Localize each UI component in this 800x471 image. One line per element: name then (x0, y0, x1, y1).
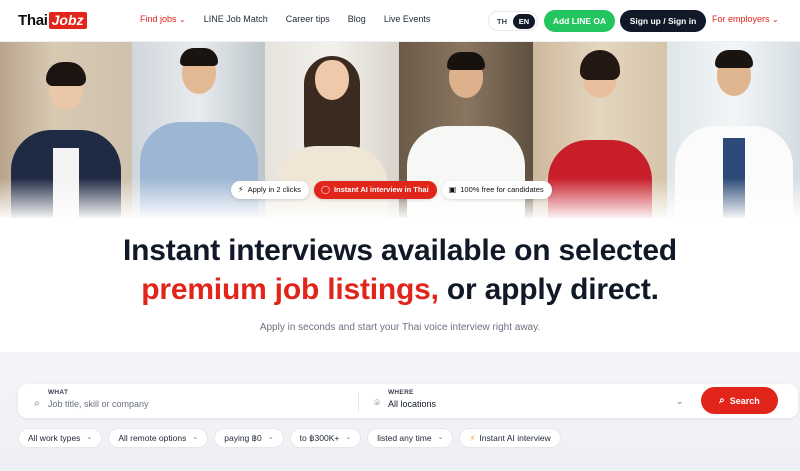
nav-career-tips[interactable]: Career tips (286, 14, 330, 24)
logo-jobz-text: Jobz (48, 12, 87, 29)
nav-blog[interactable]: Blog (348, 14, 366, 24)
nav-links: Find jobs ⌄ LINE Job Match Career tips B… (140, 14, 448, 24)
what-input[interactable] (48, 398, 328, 409)
chevron-down-icon: ⌄ (772, 15, 779, 24)
filter-pay-min[interactable]: paying ฿0 ⌄ (214, 428, 284, 448)
chevron-down-icon: ⌄ (179, 15, 186, 24)
filter-instant-ai-interview[interactable]: ⚡ Instant AI interview (459, 428, 561, 448)
where-value: All locations (388, 398, 437, 409)
search-button[interactable]: ⌕ Search (701, 387, 778, 414)
what-field: WHAT ⌕ (30, 389, 328, 409)
chevron-down-icon: ⌄ (86, 434, 93, 441)
search-icon: ⌕ (34, 398, 40, 409)
for-employers-link[interactable]: For employers ⌄ (712, 14, 779, 24)
nav-line-job-match[interactable]: LINE Job Match (204, 14, 268, 24)
headline-line-2: premium job listings, or apply direct. (0, 273, 800, 307)
thaijobz-logo[interactable]: Thai Jobz (18, 12, 87, 29)
filter-pay-max[interactable]: to ฿300K+ ⌄ (289, 428, 362, 448)
search-divider (358, 392, 359, 412)
chip-apply-2-clicks: ⚡ Apply in 2 clicks (231, 181, 309, 199)
language-toggle: TH EN (488, 11, 538, 31)
sign-in-button[interactable]: Sign up / Sign in (620, 10, 706, 32)
chat-bubble-icon: ◯ (320, 185, 330, 194)
logo-thai-text: Thai (18, 12, 48, 29)
filter-bar: All work types ⌄ All remote options ⌄ payi… (18, 428, 561, 448)
nav-live-events[interactable]: Live Events (384, 14, 431, 24)
job-search-bar: WHAT ⌕ WHERE ⌾ All locations ⌄ (18, 384, 798, 418)
chevron-down-icon: ⌄ (437, 434, 444, 441)
nav-find-jobs[interactable]: Find jobs ⌄ (140, 14, 186, 24)
location-pin-icon: ⌾ (374, 398, 380, 409)
headline-highlight: premium job listings, (141, 273, 439, 306)
chip-instant-ai-interview: ◯ Instant AI interview in Thai (313, 181, 437, 199)
lightning-icon: ⚡ (469, 433, 476, 443)
lightning-icon: ⚡ (238, 185, 244, 194)
filter-work-types[interactable]: All work types ⌄ (18, 428, 103, 448)
chevron-down-icon: ⌄ (345, 434, 352, 441)
filter-listed-time[interactable]: listed any time ⌄ (367, 428, 454, 448)
gift-icon: ▣ (448, 185, 457, 194)
what-label: WHAT (48, 389, 69, 396)
lang-en-option[interactable]: EN (513, 13, 535, 29)
hero-subtitle: Apply in seconds and start your Thai voi… (259, 322, 541, 333)
top-navbar: Thai Jobz Find jobs ⌄ LINE Job Match Car… (0, 0, 800, 42)
where-label: WHERE (388, 389, 414, 396)
hero-feature-chips: ⚡ Apply in 2 clicks ◯ Instant AI intervi… (231, 181, 552, 199)
chevron-down-icon: ⌄ (267, 434, 274, 441)
filter-remote-options[interactable]: All remote options ⌄ (108, 428, 209, 448)
search-icon: ⌕ (719, 395, 725, 406)
add-line-oa-button[interactable]: Add LINE OA (544, 10, 615, 32)
headline-rest: or apply direct. (438, 273, 659, 306)
where-field[interactable]: WHERE ⌾ All locations (370, 389, 436, 409)
chip-free-for-candidates: ▣ 100% free for candidates (441, 181, 552, 199)
lang-th-option[interactable]: TH (491, 14, 513, 29)
headline-line-1: Instant interviews available on selected (123, 234, 677, 267)
chevron-down-icon[interactable]: ⌄ (676, 396, 684, 407)
chevron-down-icon: ⌄ (192, 434, 199, 441)
